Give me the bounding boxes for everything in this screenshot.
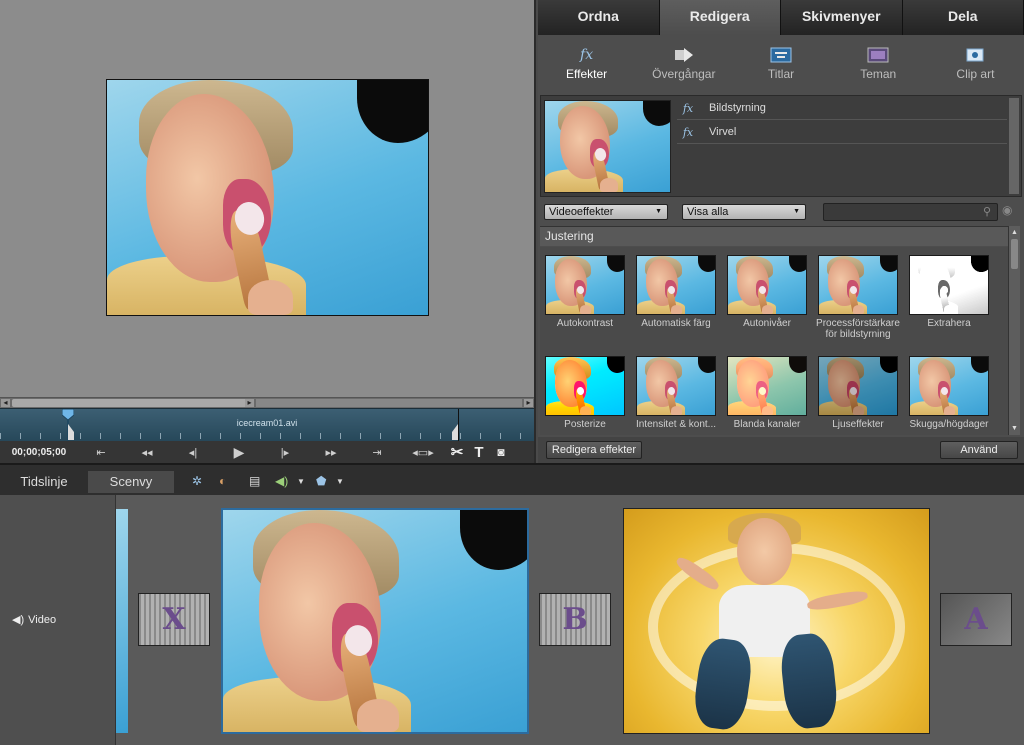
marker-icon[interactable]: ⬟ <box>316 474 326 488</box>
scroll-down-icon[interactable]: ▼ <box>1010 424 1019 433</box>
scene-clip[interactable] <box>623 508 930 734</box>
chevron-down-icon[interactable]: ▼ <box>297 477 305 486</box>
main-tabs: Ordna Redigera Skivmenyer Dela <box>538 0 1024 35</box>
effects-grid-scrollbar[interactable]: ▲ ▼ <box>1008 226 1020 435</box>
effect-item[interactable]: Automatisk färg <box>636 255 718 353</box>
audio-icon[interactable]: ◀) <box>275 474 288 488</box>
applied-effects-scrollbar[interactable] <box>1009 98 1019 194</box>
task-panel: Ordna Redigera Skivmenyer Dela fx Effekt… <box>538 0 1024 463</box>
rewind-icon[interactable]: ◂◂ <box>124 446 170 459</box>
monitor-panel: ◂ ▸ ▸ icecream01.avi 00;00;05;00 ⇤ ◂◂ ◂|… <box>0 0 536 463</box>
subtool-clipart[interactable]: Clip art <box>927 35 1024 93</box>
effects-action-bar: Redigera effekter Använd <box>538 437 1024 463</box>
out-point-line <box>458 409 459 442</box>
tab-dela[interactable]: Dela <box>902 0 1024 35</box>
scroll-up-icon[interactable]: ▲ <box>1010 228 1019 237</box>
scene-clip[interactable] <box>116 509 128 733</box>
play-icon[interactable]: ▶ <box>216 444 262 461</box>
chevron-down-icon[interactable]: ▼ <box>336 477 344 486</box>
subtool-effects[interactable]: fx Effekter <box>538 35 635 93</box>
speaker-icon[interactable]: ◀) <box>12 614 24 626</box>
edit-subtools: fx Effekter Övergångar Titlar Teman Clip… <box>538 35 1024 93</box>
preview-image <box>106 79 429 316</box>
effect-item[interactable]: Intensitet & kont... <box>636 356 718 435</box>
subtool-titles[interactable]: Titlar <box>732 35 829 93</box>
transport-bar: 00;00;05;00 ⇤ ◂◂ ◂| ▶ |▸ ▸▸ ⇥ ◂▭▸ ✂ T ◙ <box>0 441 534 463</box>
properties-icon[interactable]: ▤ <box>249 474 260 488</box>
effect-category-dropdown[interactable]: Videoeffekter ▼ <box>544 204 668 220</box>
show-filter-dropdown[interactable]: Visa alla ▼ <box>682 204 806 220</box>
applied-effect-row[interactable]: fx Bildstyrning <box>677 97 1007 120</box>
applied-effects-panel: fx Bildstyrning fx Virvel <box>540 95 1022 197</box>
transition-thumb[interactable]: B <box>539 593 611 646</box>
chevron-down-icon: ▼ <box>793 208 800 215</box>
freeze-frame-icon[interactable]: ◙ <box>490 445 512 459</box>
effect-item[interactable]: Blanda kanaler <box>727 356 809 435</box>
effect-item[interactable]: Skugga/högdager <box>909 356 991 435</box>
step-forward-icon[interactable]: |▸ <box>262 446 308 459</box>
scene-track: ◀) Video X B A <box>0 495 1024 745</box>
clip-name: icecream01.avi <box>236 418 298 428</box>
transition-icon <box>672 45 696 65</box>
tab-timeline[interactable]: Tidslinje <box>0 471 88 493</box>
effect-item[interactable]: Ljuseffekter <box>818 356 900 435</box>
effects-grid: Autokontrast Automatisk färg Autonivåer … <box>540 247 1010 435</box>
applied-clip-thumbnail <box>544 100 671 193</box>
scroll-thumb[interactable] <box>12 399 252 407</box>
track-label-area: ◀) Video <box>0 495 116 745</box>
go-to-end-icon[interactable]: ⇥ <box>354 446 400 459</box>
timeline-header: Tidslinje Scenvy ✲ ◐ ▤ ◀) ▼ ⬟ ▼ <box>0 463 1024 495</box>
effect-item[interactable]: Extrahera <box>909 255 991 353</box>
scene-clip-selected[interactable] <box>221 508 529 734</box>
scroll-right-end-icon[interactable]: ▸ <box>524 399 533 407</box>
clip-scrubber[interactable]: icecream01.avi <box>0 408 534 442</box>
scroll-track[interactable] <box>256 399 522 407</box>
apply-button[interactable]: Använd <box>940 441 1018 459</box>
title-icon <box>769 45 793 65</box>
effect-item[interactable]: Processförstärkare för bildstyrning <box>816 255 900 353</box>
tab-scenvy[interactable]: Scenvy <box>88 471 174 493</box>
fast-forward-icon[interactable]: ▸▸ <box>308 446 354 459</box>
tab-redigera[interactable]: Redigera <box>659 0 781 35</box>
scroll-thumb[interactable] <box>1011 239 1018 269</box>
add-text-icon[interactable]: T <box>468 444 490 461</box>
split-clip-icon[interactable]: ✂ <box>446 443 468 461</box>
applied-effect-row[interactable]: fx Virvel <box>677 121 1007 144</box>
transition-thumb[interactable]: A <box>940 593 1012 646</box>
smart-mix-icon[interactable]: ◐ <box>219 474 226 488</box>
hide-eye-icon[interactable]: ◉ <box>1002 203 1012 217</box>
transition-thumb[interactable]: X <box>138 593 210 646</box>
edit-effects-button[interactable]: Redigera effekter <box>546 441 642 459</box>
chevron-down-icon: ▼ <box>655 208 662 215</box>
scroll-left-icon[interactable]: ◂ <box>1 399 10 407</box>
theme-icon <box>866 45 890 65</box>
step-back-icon[interactable]: ◂| <box>170 446 216 459</box>
effects-search-input[interactable]: ⚲ <box>823 203 998 221</box>
go-to-start-icon[interactable]: ⇤ <box>78 446 124 459</box>
clipart-icon <box>963 45 987 65</box>
effects-filter-bar: Videoeffekter ▼ Visa alla ▼ ⚲ ◉ <box>538 199 1024 226</box>
fx-icon: fx <box>682 125 694 139</box>
video-track-label: ◀) Video <box>12 614 57 626</box>
subtool-transitions[interactable]: Övergångar <box>635 35 732 93</box>
fx-icon: fx <box>580 47 594 63</box>
effect-item[interactable]: Autokontrast <box>545 255 627 353</box>
tab-ordna[interactable]: Ordna <box>538 0 660 35</box>
smart-fix-icon[interactable]: ✲ <box>192 474 202 488</box>
effect-item[interactable]: Autonivåer <box>727 255 809 353</box>
shuttle-icon[interactable]: ◂▭▸ <box>400 446 446 459</box>
monitor-scrollbar[interactable]: ◂ ▸ ▸ <box>0 397 534 408</box>
scroll-right-icon[interactable]: ▸ <box>245 399 254 407</box>
fx-icon: fx <box>682 101 694 115</box>
timecode[interactable]: 00;00;05;00 <box>0 447 78 458</box>
subtool-themes[interactable]: Teman <box>830 35 927 93</box>
search-icon: ⚲ <box>982 206 991 218</box>
effect-item[interactable]: Posterize <box>545 356 627 435</box>
tab-skivmenyer[interactable]: Skivmenyer <box>781 0 903 35</box>
category-header: Justering <box>540 226 1010 246</box>
